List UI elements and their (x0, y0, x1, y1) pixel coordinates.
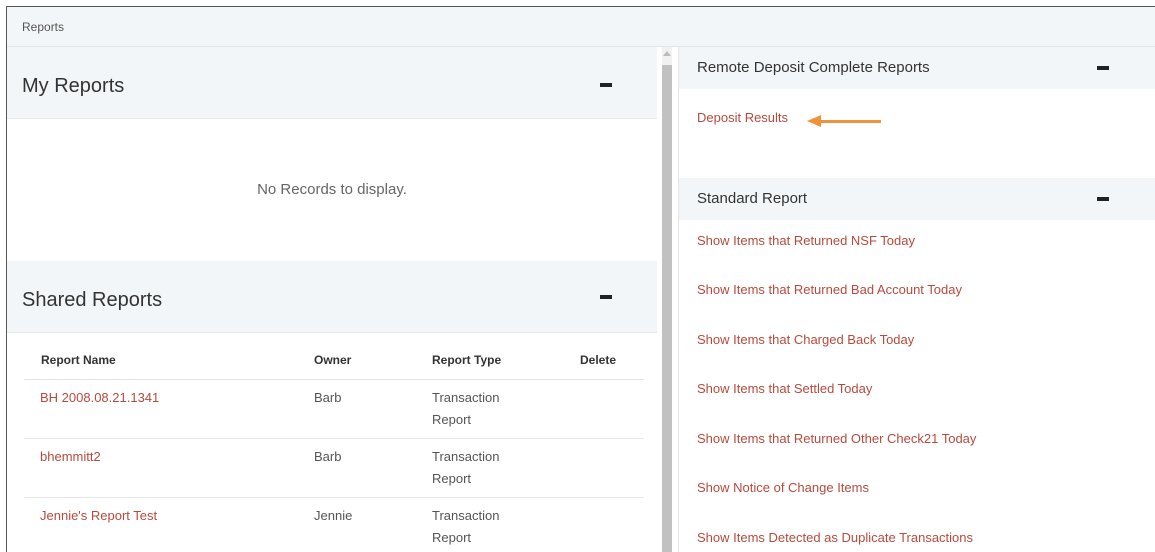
annotation-arrow-line (819, 120, 881, 123)
report-link-notice-of-change[interactable]: Show Notice of Change Items (697, 480, 869, 495)
standard-report-header: Standard Report (679, 178, 1155, 220)
col-header-owner[interactable]: Owner (314, 353, 351, 367)
report-name-link[interactable]: BH 2008.08.21.1341 (40, 387, 159, 409)
shared-reports-header: Shared Reports (7, 261, 657, 333)
remote-deposit-title: Remote Deposit Complete Reports (697, 59, 930, 76)
remote-deposit-collapse-icon[interactable] (1097, 66, 1109, 70)
left-column: My Reports No Records to display. Shared… (7, 47, 657, 552)
owner-cell: Jennie (314, 508, 353, 523)
scroll-up-icon[interactable] (663, 51, 671, 56)
report-name-link[interactable]: Jennie's Report Test (40, 505, 157, 527)
table-row: BH 2008.08.21.1341 Barb Transaction Repo… (24, 380, 644, 439)
right-column: Remote Deposit Complete Reports Deposit … (678, 47, 1155, 552)
my-reports-header: My Reports (7, 47, 657, 119)
table-row: bhemmitt2 Barb Transaction Report (24, 439, 644, 498)
report-type-line1: Transaction (432, 390, 500, 405)
report-type-line1: Transaction (432, 508, 500, 523)
my-reports-body: No Records to display. (7, 119, 657, 261)
scrollbar-thumb[interactable] (662, 65, 672, 552)
standard-report-collapse-icon[interactable] (1097, 197, 1109, 201)
table-row: Jennie's Report Test Jennie Transaction … (24, 498, 644, 552)
scrollbar[interactable] (662, 47, 672, 552)
breadcrumb-bar: Reports (7, 7, 1155, 47)
report-link-nsf[interactable]: Show Items that Returned NSF Today (697, 233, 915, 248)
report-type-line2: Report (432, 530, 472, 545)
my-reports-title: My Reports (22, 75, 125, 97)
report-link-settled[interactable]: Show Items that Settled Today (697, 381, 872, 396)
report-link-charged-back[interactable]: Show Items that Charged Back Today (697, 332, 914, 347)
empty-message: No Records to display. (257, 181, 407, 198)
report-type-line1: Transaction (432, 449, 500, 464)
deposit-results-link[interactable]: Deposit Results (697, 110, 788, 125)
report-link-other-check21[interactable]: Show Items that Returned Other Check21 T… (697, 431, 976, 446)
shared-reports-title: Shared Reports (22, 289, 163, 311)
col-header-report-type[interactable]: Report Type (432, 353, 501, 367)
col-header-delete: Delete (580, 353, 617, 367)
report-type-line2: Report (432, 412, 472, 427)
shared-reports-collapse-icon[interactable] (600, 295, 612, 299)
report-name-link[interactable]: bhemmitt2 (40, 446, 101, 468)
report-type-line2: Report (432, 471, 472, 486)
report-link-duplicates[interactable]: Show Items Detected as Duplicate Transac… (697, 530, 973, 545)
report-link-bad-account[interactable]: Show Items that Returned Bad Account Tod… (697, 282, 962, 297)
owner-cell: Barb (314, 390, 342, 405)
col-header-report-name[interactable]: Report Name (41, 353, 116, 367)
reports-page: Reports My Reports No Records to display… (6, 6, 1155, 552)
remote-deposit-header: Remote Deposit Complete Reports (679, 47, 1155, 89)
my-reports-collapse-icon[interactable] (600, 83, 612, 87)
standard-report-title: Standard Report (697, 190, 808, 207)
breadcrumb[interactable]: Reports (22, 20, 64, 34)
owner-cell: Barb (314, 449, 342, 464)
